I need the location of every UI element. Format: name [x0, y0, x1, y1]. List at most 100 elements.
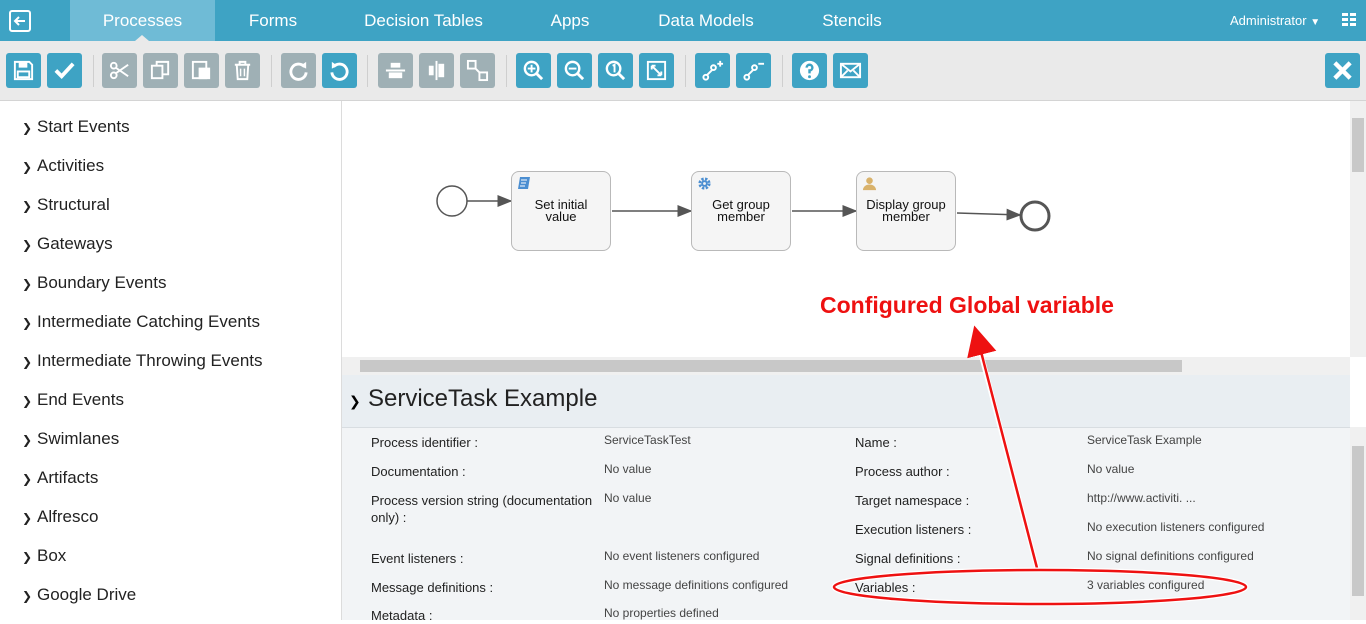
palette-group-boundary-events[interactable]: ❯ Boundary Events: [22, 273, 166, 297]
chevron-right-icon: ❯: [22, 316, 33, 330]
palette-group-label: Activities: [37, 156, 105, 175]
property-value-process-identifier[interactable]: ServiceTaskTest: [604, 433, 691, 447]
property-label: Metadata :: [371, 608, 433, 623]
canvas-vertical-scroll-thumb[interactable]: [1352, 118, 1364, 172]
chevron-right-icon: ❯: [22, 355, 33, 369]
feedback-button[interactable]: [833, 53, 868, 88]
chevron-right-icon: ❯: [22, 199, 33, 213]
property-label: Process author :: [855, 464, 950, 479]
properties-vertical-scroll-thumb[interactable]: [1352, 446, 1364, 596]
paste-icon: [191, 60, 211, 80]
zoom-actual-button[interactable]: [598, 53, 633, 88]
palette-group-label: Start Events: [37, 117, 130, 136]
property-value-event-listeners[interactable]: No event listeners configured: [604, 549, 759, 563]
paste-button[interactable]: [184, 53, 219, 88]
property-label: Event listeners :: [371, 551, 464, 566]
palette-group-label: Artifacts: [37, 468, 99, 487]
palette-group-artifacts[interactable]: ❯ Artifacts: [22, 468, 98, 492]
same-size-icon: [466, 59, 489, 82]
palette-group-intermediate-catching-events[interactable]: ❯ Intermediate Catching Events: [22, 312, 260, 336]
property-value-signal-definitions[interactable]: No signal definitions configured: [1087, 549, 1254, 563]
tab-apps[interactable]: Apps: [530, 0, 610, 41]
validate-button[interactable]: [47, 53, 82, 88]
task-label: Display group member: [866, 197, 946, 224]
palette-group-end-events[interactable]: ❯ End Events: [22, 390, 124, 414]
collapse-chevron-icon[interactable]: ❯: [349, 393, 361, 410]
tab-stencils[interactable]: Stencils: [806, 0, 898, 41]
property-label: Signal definitions :: [855, 551, 961, 566]
user-name: Administrator: [1230, 13, 1307, 28]
same-size-button[interactable]: [460, 53, 495, 88]
palette-group-alfresco[interactable]: ❯ Alfresco: [22, 507, 98, 531]
align-horizontal-icon: [385, 62, 406, 79]
redo-icon: [289, 61, 308, 81]
palette-group-label: End Events: [37, 390, 124, 409]
redo-button[interactable]: [281, 53, 316, 88]
delete-icon: [234, 60, 251, 81]
palette-group-intermediate-throwing-events[interactable]: ❯ Intermediate Throwing Events: [22, 351, 263, 375]
user-task[interactable]: Display group member: [856, 171, 956, 251]
property-value-execution-listeners[interactable]: No execution listeners configured: [1087, 520, 1264, 534]
align-horizontal-button[interactable]: [378, 53, 413, 88]
palette-group-activities[interactable]: ❯ Activities: [22, 156, 104, 180]
tab-decision-tables[interactable]: Decision Tables: [350, 0, 497, 41]
zoom-fit-button[interactable]: [639, 53, 674, 88]
palette-group-label: Gateways: [37, 234, 113, 253]
property-value-message-definitions[interactable]: No message definitions configured: [604, 578, 788, 592]
bend-point-add-icon: [702, 60, 724, 81]
save-button[interactable]: [6, 53, 41, 88]
property-value-variables[interactable]: 3 variables configured: [1087, 578, 1204, 592]
undo-icon: [330, 61, 349, 81]
toolbar-divider: [506, 55, 507, 87]
palette-group-label: Structural: [37, 195, 110, 214]
help-button[interactable]: [792, 53, 827, 88]
help-icon: [799, 60, 820, 81]
apps-grid-icon[interactable]: [1342, 13, 1356, 27]
copy-button[interactable]: [143, 53, 178, 88]
property-label: Message definitions :: [371, 580, 494, 595]
tab-forms[interactable]: Forms: [225, 0, 321, 41]
palette-group-label: Box: [37, 546, 67, 565]
gear-icon: [698, 177, 711, 190]
chevron-right-icon: ❯: [22, 511, 33, 525]
palette-group-label: Swimlanes: [37, 429, 120, 448]
property-label: Variables :: [855, 580, 916, 595]
task-label: Set initial value: [534, 197, 588, 224]
toolbar-divider: [367, 55, 368, 87]
palette-group-gateways[interactable]: ❯ Gateways: [22, 234, 113, 258]
palette-group-label: Boundary Events: [37, 273, 167, 292]
delete-button[interactable]: [225, 53, 260, 88]
palette-group-start-events[interactable]: ❯ Start Events: [22, 117, 130, 141]
canvas-horizontal-scroll-thumb[interactable]: [360, 360, 1182, 372]
palette-group-structural[interactable]: ❯ Structural: [22, 195, 110, 219]
property-value-metadata[interactable]: No properties defined: [604, 606, 719, 620]
palette-group-swimlanes[interactable]: ❯ Swimlanes: [22, 429, 119, 453]
undo-button[interactable]: [322, 53, 357, 88]
chevron-right-icon: ❯: [22, 433, 33, 447]
feedback-icon: [839, 62, 862, 79]
script-task[interactable]: Set initial value: [511, 171, 611, 251]
back-icon[interactable]: [8, 9, 32, 33]
chevron-right-icon: ❯: [22, 550, 33, 564]
property-value-name[interactable]: ServiceTask Example: [1087, 433, 1202, 447]
user-menu[interactable]: Administrator ▼: [1230, 0, 1320, 41]
palette-group-google-drive[interactable]: ❯ Google Drive: [22, 585, 136, 609]
tab-data-models[interactable]: Data Models: [640, 0, 772, 41]
property-value-target-namespace[interactable]: http://www.activiti. ...: [1087, 491, 1196, 505]
cut-button[interactable]: [102, 53, 137, 88]
property-value-documentation[interactable]: No value: [604, 462, 651, 476]
close-editor-button[interactable]: [1325, 53, 1360, 88]
align-vertical-button[interactable]: [419, 53, 454, 88]
palette-group-label: Google Drive: [37, 585, 137, 604]
service-task[interactable]: Get group member: [691, 171, 791, 251]
bend-point-remove-button[interactable]: [736, 53, 771, 88]
property-value-process-author[interactable]: No value: [1087, 462, 1134, 476]
zoom-in-button[interactable]: [516, 53, 551, 88]
palette-group-box[interactable]: ❯ Box: [22, 546, 66, 570]
property-value-process-version[interactable]: No value: [604, 491, 651, 505]
close-icon: [1333, 61, 1352, 80]
property-label: Target namespace :: [855, 493, 970, 508]
chevron-right-icon: ❯: [22, 394, 33, 408]
bend-point-add-button[interactable]: [695, 53, 730, 88]
zoom-out-button[interactable]: [557, 53, 592, 88]
